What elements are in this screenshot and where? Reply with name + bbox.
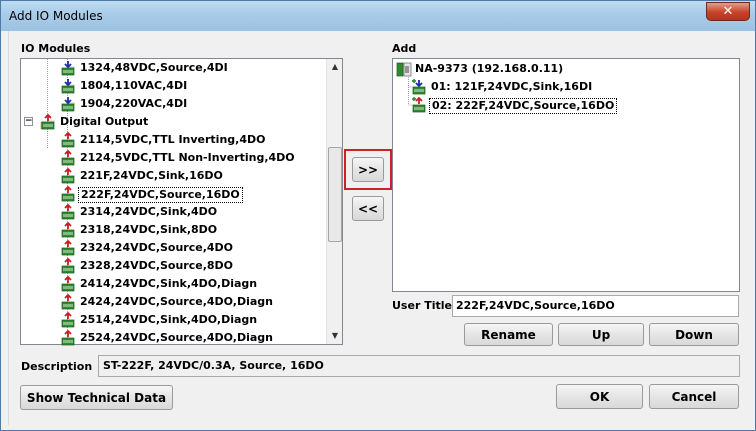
digital-output-module-icon <box>60 275 76 292</box>
digital-input-module-added-icon <box>411 79 427 95</box>
scroll-down-arrow-icon[interactable]: ▼ <box>328 329 342 343</box>
io-module-tree-item[interactable]: 2124,5VDC,TTL Non-Inverting,4DO <box>21 149 325 167</box>
io-module-tree-item[interactable]: 1324,48VDC,Source,4DI <box>21 59 325 77</box>
digital-output-module-icon <box>60 221 76 238</box>
io-module-tree-item[interactable]: 222F,24VDC,Source,16DO <box>21 185 325 203</box>
io-modules-label: IO Modules <box>21 42 91 55</box>
add-label: Add <box>392 42 417 55</box>
digital-output-module-icon <box>60 203 76 220</box>
io-module-tree-item[interactable]: 1804,110VAC,4DI <box>21 77 325 95</box>
io-module-label: 2114,5VDC,TTL Inverting,4DO <box>80 133 266 146</box>
added-modules-tree[interactable]: NA-9373 (192.168.0.11) 01: 121F,24VDC,Si… <box>392 58 740 292</box>
digital-output-module-icon <box>60 257 76 274</box>
title-bar: Add IO Modules ✕ <box>1 1 755 31</box>
digital-output-module-icon <box>60 311 76 328</box>
digital-output-module-added-icon <box>411 96 427 113</box>
io-module-label: 2524,24VDC,Source,4DO,Diagn <box>80 331 273 344</box>
network-adapter-icon <box>396 61 412 77</box>
io-module-label: 2324,24VDC,Source,4DO <box>80 241 234 254</box>
io-module-label: 1324,48VDC,Source,4DI <box>80 61 228 74</box>
dialog-body: IO Modules 1324,48VDC,Source,4DI 1804,11… <box>8 31 748 425</box>
cancel-button[interactable]: Cancel <box>649 384 739 409</box>
add-io-modules-dialog: Add IO Modules ✕ IO Modules 1324,48VDC,S… <box>0 0 756 431</box>
digital-output-group-icon <box>40 113 56 130</box>
scroll-thumb[interactable] <box>328 147 342 242</box>
digital-input-module-icon <box>60 96 76 112</box>
io-module-label: 1804,110VAC,4DI <box>80 79 188 92</box>
user-title-input[interactable]: 222F,24VDC,Source,16DO <box>452 295 739 317</box>
added-module-tree-item[interactable]: 01: 121F,24VDC,Sink,16DI <box>393 78 733 96</box>
io-module-label: 2124,5VDC,TTL Non-Inverting,4DO <box>80 151 295 164</box>
collapse-toggle-icon[interactable]: − <box>24 117 33 126</box>
io-module-tree-item[interactable]: 2114,5VDC,TTL Inverting,4DO <box>21 131 325 149</box>
remove-module-button[interactable]: << <box>352 196 384 221</box>
digital-input-module-icon <box>60 78 76 94</box>
io-module-tree-item[interactable]: 2424,24VDC,Source,4DO,Diagn <box>21 293 325 311</box>
description-field: ST-222F, 24VDC/0.3A, Source, 16DO <box>98 355 740 377</box>
digital-output-module-icon <box>60 329 76 346</box>
digital-output-module-icon <box>60 131 76 148</box>
user-title-label: User Title <box>392 299 452 312</box>
io-module-label: 1904,220VAC,4DI <box>80 97 188 110</box>
adapter-tree-item[interactable]: NA-9373 (192.168.0.11) <box>393 60 733 78</box>
io-module-label: 2328,24VDC,Source,8DO <box>80 259 234 272</box>
adapter-label: NA-9373 (192.168.0.11) <box>415 62 564 75</box>
io-module-tree-item[interactable]: 2324,24VDC,Source,4DO <box>21 239 325 257</box>
down-button[interactable]: Down <box>649 323 739 346</box>
added-module-tree-item[interactable]: 02: 222F,24VDC,Source,16DO <box>393 96 733 114</box>
io-module-tree-item[interactable]: 2314,24VDC,Sink,4DO <box>21 203 325 221</box>
io-modules-scrollbar[interactable]: ▲ ▼ <box>326 59 342 344</box>
io-module-tree-item[interactable]: 1904,220VAC,4DI <box>21 95 325 113</box>
digital-input-module-icon <box>60 60 76 76</box>
show-technical-data-button[interactable]: Show Technical Data <box>20 385 173 410</box>
io-module-tree-item[interactable]: − Digital Output <box>21 113 325 131</box>
description-label: Description <box>21 360 93 373</box>
rename-button[interactable]: Rename <box>464 323 553 346</box>
io-module-tree-item[interactable]: 2328,24VDC,Source,8DO <box>21 257 325 275</box>
io-module-tree-item[interactable]: 2318,24VDC,Sink,8DO <box>21 221 325 239</box>
added-module-label: 01: 121F,24VDC,Sink,16DI <box>431 80 593 93</box>
io-module-tree-item[interactable]: 2414,24VDC,Sink,4DO,Diagn <box>21 275 325 293</box>
digital-output-module-icon <box>60 185 76 202</box>
io-module-label: 2314,24VDC,Sink,4DO <box>80 205 218 218</box>
io-module-label: 221F,24VDC,Sink,16DO <box>80 169 223 182</box>
scroll-up-arrow-icon[interactable]: ▲ <box>328 60 342 74</box>
io-module-label: 222F,24VDC,Source,16DO <box>78 187 243 203</box>
window-title: Add IO Modules <box>9 9 103 23</box>
digital-output-module-icon <box>60 149 76 166</box>
digital-output-module-icon <box>60 239 76 256</box>
io-module-label: 2414,24VDC,Sink,4DO,Diagn <box>80 277 258 290</box>
ok-button[interactable]: OK <box>556 384 643 409</box>
io-module-label: 2424,24VDC,Source,4DO,Diagn <box>80 295 273 308</box>
added-module-label: 02: 222F,24VDC,Source,16DO <box>429 98 618 114</box>
up-button[interactable]: Up <box>558 323 644 346</box>
io-module-tree-item[interactable]: 2524,24VDC,Source,4DO,Diagn <box>21 329 325 347</box>
io-module-tree-item[interactable]: 221F,24VDC,Sink,16DO <box>21 167 325 185</box>
add-module-button[interactable]: >> <box>352 157 384 182</box>
io-modules-tree[interactable]: 1324,48VDC,Source,4DI 1804,110VAC,4DI 19… <box>20 58 343 347</box>
digital-output-module-icon <box>60 167 76 184</box>
io-module-label: 2318,24VDC,Sink,8DO <box>80 223 218 236</box>
digital-output-module-icon <box>60 293 76 310</box>
close-button[interactable]: ✕ <box>706 2 750 21</box>
io-module-label: Digital Output <box>60 115 149 128</box>
io-module-tree-item[interactable]: 2514,24VDC,Sink,4DO,Diagn <box>21 311 325 329</box>
io-module-label: 2514,24VDC,Sink,4DO,Diagn <box>80 313 258 326</box>
